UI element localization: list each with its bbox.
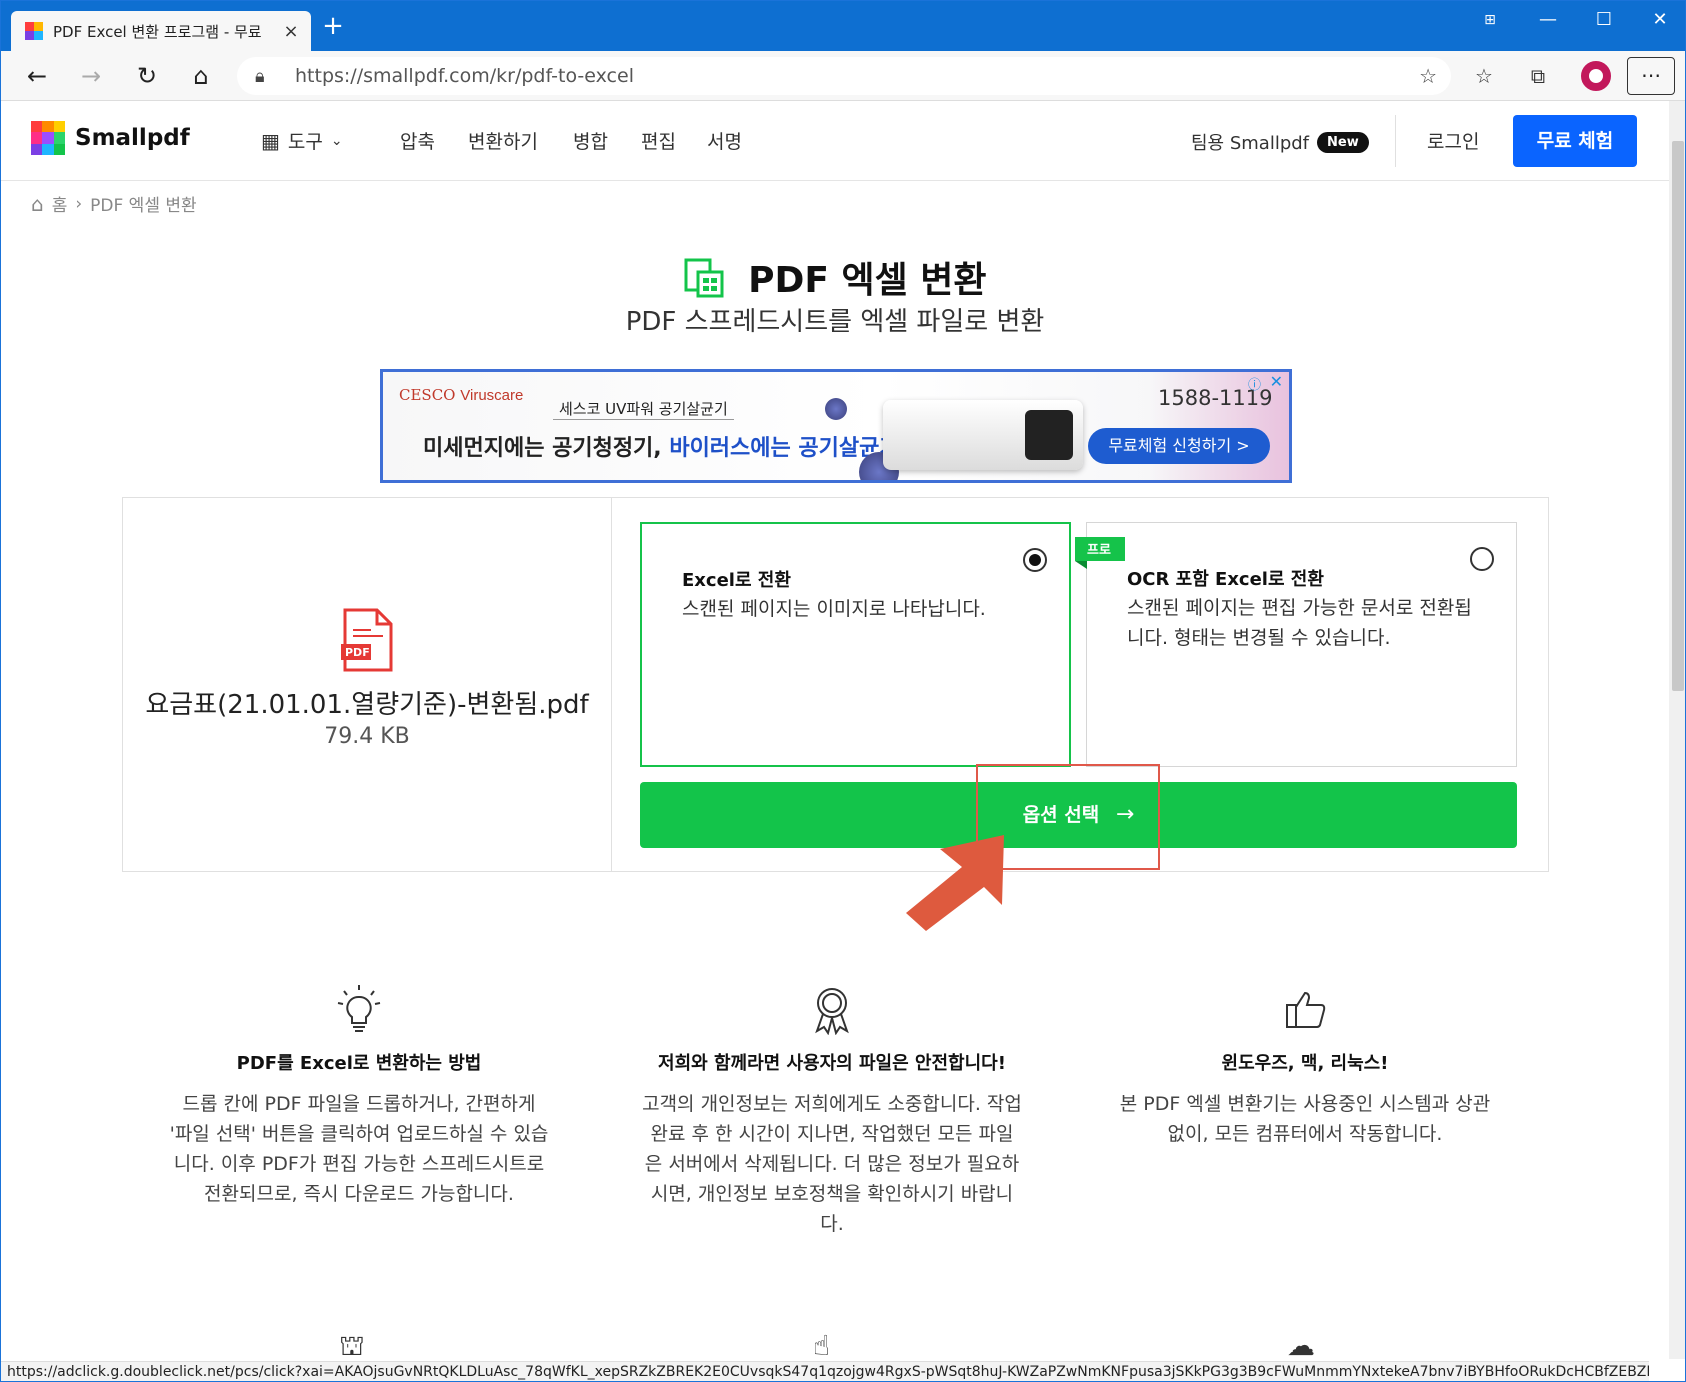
profile-avatar[interactable] (1581, 61, 1611, 91)
address-toolbar: ← → ↻ ⌂ 🔒︎ https://smallpdf.com/kr/pdf-t… (1, 51, 1685, 101)
lock-icon[interactable]: 🔒︎ (255, 66, 281, 87)
ad-brand: CESCO Viruscare (399, 386, 523, 404)
file-size: 79.4 KB (324, 724, 410, 749)
grid-icon: ▦ (261, 128, 280, 153)
free-trial-button[interactable]: 무료 체험 (1513, 115, 1637, 167)
home-icon[interactable]: ⌂ (183, 59, 219, 93)
option-ocr-excel[interactable]: 프로 OCR 포함 Excel로 전환 스캔된 페이지는 편집 가능한 문서로 … (1075, 522, 1517, 767)
option-excel[interactable]: Excel로 전환 스캔된 페이지는 이미지로 나타납니다. (640, 522, 1071, 767)
collections-icon[interactable]: ⧉ (1521, 59, 1555, 93)
air-sterilizer-image (883, 400, 1083, 470)
login-link[interactable]: 로그인 (1427, 127, 1479, 154)
nav-tools[interactable]: ▦ 도구 ⌄ (261, 127, 343, 154)
hand-feature-icon: ☝ (813, 1329, 831, 1362)
adchoices-icon[interactable]: ⓘ (1248, 374, 1261, 393)
nav-edit[interactable]: 편집 (641, 127, 676, 154)
award-ribbon-icon (642, 981, 1022, 1037)
chevron-down-icon: ⌄ (330, 132, 343, 149)
smallpdf-logo[interactable]: Smallpdf (31, 121, 190, 155)
new-badge: New (1317, 131, 1369, 153)
pdf-file-icon-label: PDF (345, 646, 370, 659)
smallpdf-logo-icon (31, 121, 65, 155)
title-bar: PDF Excel 변환 프로그램 - 무료 × + ⊞ — ☐ ✕ (1, 1, 1685, 51)
ad-close-icon[interactable]: ✕ (1270, 372, 1283, 391)
logo-text: Smallpdf (75, 125, 190, 151)
page-title: PDF 엑셀 변환 (1, 251, 1669, 307)
header-divider (1395, 115, 1396, 167)
feature-desc: 드롭 칸에 PDF 파일을 드롭하거나, 간편하게 '파일 선택' 버튼을 클릭… (169, 1093, 549, 1205)
web-page: Smallpdf ▦ 도구 ⌄ 압축 변환하기 병합 편집 서명 팀용 Smal… (1, 101, 1669, 1381)
nav-compress[interactable]: 압축 (400, 127, 435, 154)
feature-platforms: 윈도우즈, 맥, 리눅스! 본 PDF 엑셀 변환기는 사용중인 시스템과 상관… (1115, 981, 1495, 1149)
nav-tools-label: 도구 (287, 131, 323, 153)
nav-convert[interactable]: 변환하기 (468, 127, 538, 154)
refresh-icon[interactable]: ↻ (129, 59, 165, 93)
feature-desc: 고객의 개인정보는 저희에게도 소중합니다. 작업 완료 후 한 시간이 지나면… (642, 1093, 1022, 1235)
option-excel-title: Excel로 전환 (682, 570, 791, 591)
thumbs-up-icon (1115, 981, 1495, 1037)
ad-headline: 미세먼지에는 공기청정기, 바이러스에는 공기살균기! (423, 430, 910, 462)
forward-icon[interactable]: → (73, 59, 109, 93)
feature-how-to: PDF를 Excel로 변환하는 방법 드롭 칸에 PDF 파일을 드롭하거나,… (169, 981, 549, 1209)
tab-close-icon[interactable]: × (281, 21, 301, 42)
new-tab-icon[interactable]: + (321, 13, 345, 39)
more-options-icon[interactable]: ⋯ (1627, 57, 1675, 95)
breadcrumb-separator: › (75, 193, 83, 214)
tab-actions-icon[interactable]: ⊞ (1461, 1, 1519, 41)
browser-tab[interactable]: PDF Excel 변환 프로그램 - 무료 × (11, 11, 311, 51)
minimize-icon[interactable]: — (1519, 1, 1577, 41)
excel-sheet-icon (684, 258, 724, 307)
ad-headline-a: 미세먼지에는 공기청정기, (423, 436, 670, 461)
pro-badge: 프로 (1075, 537, 1125, 569)
cloud-upload-icon: ☁ (1287, 1329, 1315, 1362)
file-preview: PDF 요금표(21.01.01.열량기준)-변환됨.pdf 79.4 KB (123, 498, 612, 871)
page-title-text: PDF 엑셀 변환 (748, 260, 987, 301)
scrollbar-thumb[interactable] (1672, 141, 1684, 691)
radio-excel[interactable] (1023, 548, 1047, 572)
browser-window: PDF Excel 변환 프로그램 - 무료 × + ⊞ — ☐ ✕ ← → ↻… (0, 0, 1686, 1382)
ad-tagline: 세스코 UV파워 공기살균기 (553, 398, 734, 420)
page-scrollbar[interactable] (1669, 101, 1685, 1359)
feature-title: 윈도우즈, 맥, 리눅스! (1221, 1053, 1389, 1074)
site-header: Smallpdf ▦ 도구 ⌄ 압축 변환하기 병합 편집 서명 팀용 Smal… (1, 101, 1669, 181)
ad-cta-button[interactable]: 무료체험 신청하기 > (1088, 428, 1270, 464)
breadcrumb: ⌂ 홈 › PDF 엑셀 변환 (31, 191, 197, 217)
tab-title: PDF Excel 변환 프로그램 - 무료 (53, 22, 262, 41)
nav-merge[interactable]: 병합 (573, 127, 608, 154)
breadcrumb-home[interactable]: 홈 (52, 191, 68, 216)
lightbulb-icon (169, 981, 549, 1037)
feature-title: PDF를 Excel로 변환하는 방법 (236, 1053, 482, 1074)
close-window-icon[interactable]: ✕ (1631, 1, 1685, 41)
option-ocr-title: OCR 포함 Excel로 전환 (1127, 569, 1324, 590)
add-favorite-icon[interactable]: ☆ (1419, 64, 1437, 88)
pointer-arrow-icon (906, 835, 1004, 935)
favorites-icon[interactable]: ☆ (1467, 59, 1501, 93)
maximize-icon[interactable]: ☐ (1575, 1, 1633, 41)
virus-icon (825, 398, 847, 420)
page-subtitle: PDF 스프레드시트를 엑셀 파일로 변환 (625, 307, 1045, 337)
feature-title: 저희와 함께라면 사용자의 파일은 안전합니다! (658, 1053, 1006, 1074)
ad-brand-name: CESCO (399, 386, 456, 404)
nav-sign[interactable]: 서명 (707, 127, 742, 154)
team-label: 팀용 Smallpdf (1191, 133, 1310, 154)
file-name: 요금표(21.01.01.열량기준)-변환됨.pdf (145, 690, 589, 720)
option-ocr-desc: 스캔된 페이지는 편집 가능한 문서로 전환됩니다. 형태는 변경될 수 있습니… (1127, 597, 1472, 649)
smallpdf-favicon-icon (25, 22, 43, 40)
home-crumb-icon[interactable]: ⌂ (31, 192, 44, 216)
converter-panel: PDF 요금표(21.01.01.열량기준)-변환됨.pdf 79.4 KB E… (122, 497, 1549, 872)
ad-brand-sub: Viruscare (460, 387, 524, 404)
feature-security: 저희와 함께라면 사용자의 파일은 안전합니다! 고객의 개인정보는 저희에게도… (642, 981, 1022, 1239)
option-excel-desc: 스캔된 페이지는 이미지로 나타납니다. (682, 598, 986, 620)
status-bar-url: https://adclick.g.doubleclick.net/pcs/cl… (1, 1361, 1649, 1381)
ad-banner[interactable]: CESCO Viruscare 세스코 UV파워 공기살균기 미세먼지에는 공기… (380, 369, 1292, 483)
radio-ocr-excel[interactable] (1470, 547, 1494, 571)
team-smallpdf-link[interactable]: 팀용 Smallpdf New (1191, 129, 1369, 155)
address-bar[interactable]: 🔒︎ https://smallpdf.com/kr/pdf-to-excel … (237, 57, 1451, 95)
breadcrumb-current: PDF 엑셀 변환 (90, 196, 197, 216)
feature-desc: 본 PDF 엑셀 변환기는 사용중인 시스템과 상관 없이, 모든 컴퓨터에서 … (1119, 1093, 1491, 1145)
back-icon[interactable]: ← (19, 59, 55, 93)
pdf-file-icon: PDF (341, 608, 395, 676)
url-text: https://smallpdf.com/kr/pdf-to-excel (295, 65, 634, 87)
